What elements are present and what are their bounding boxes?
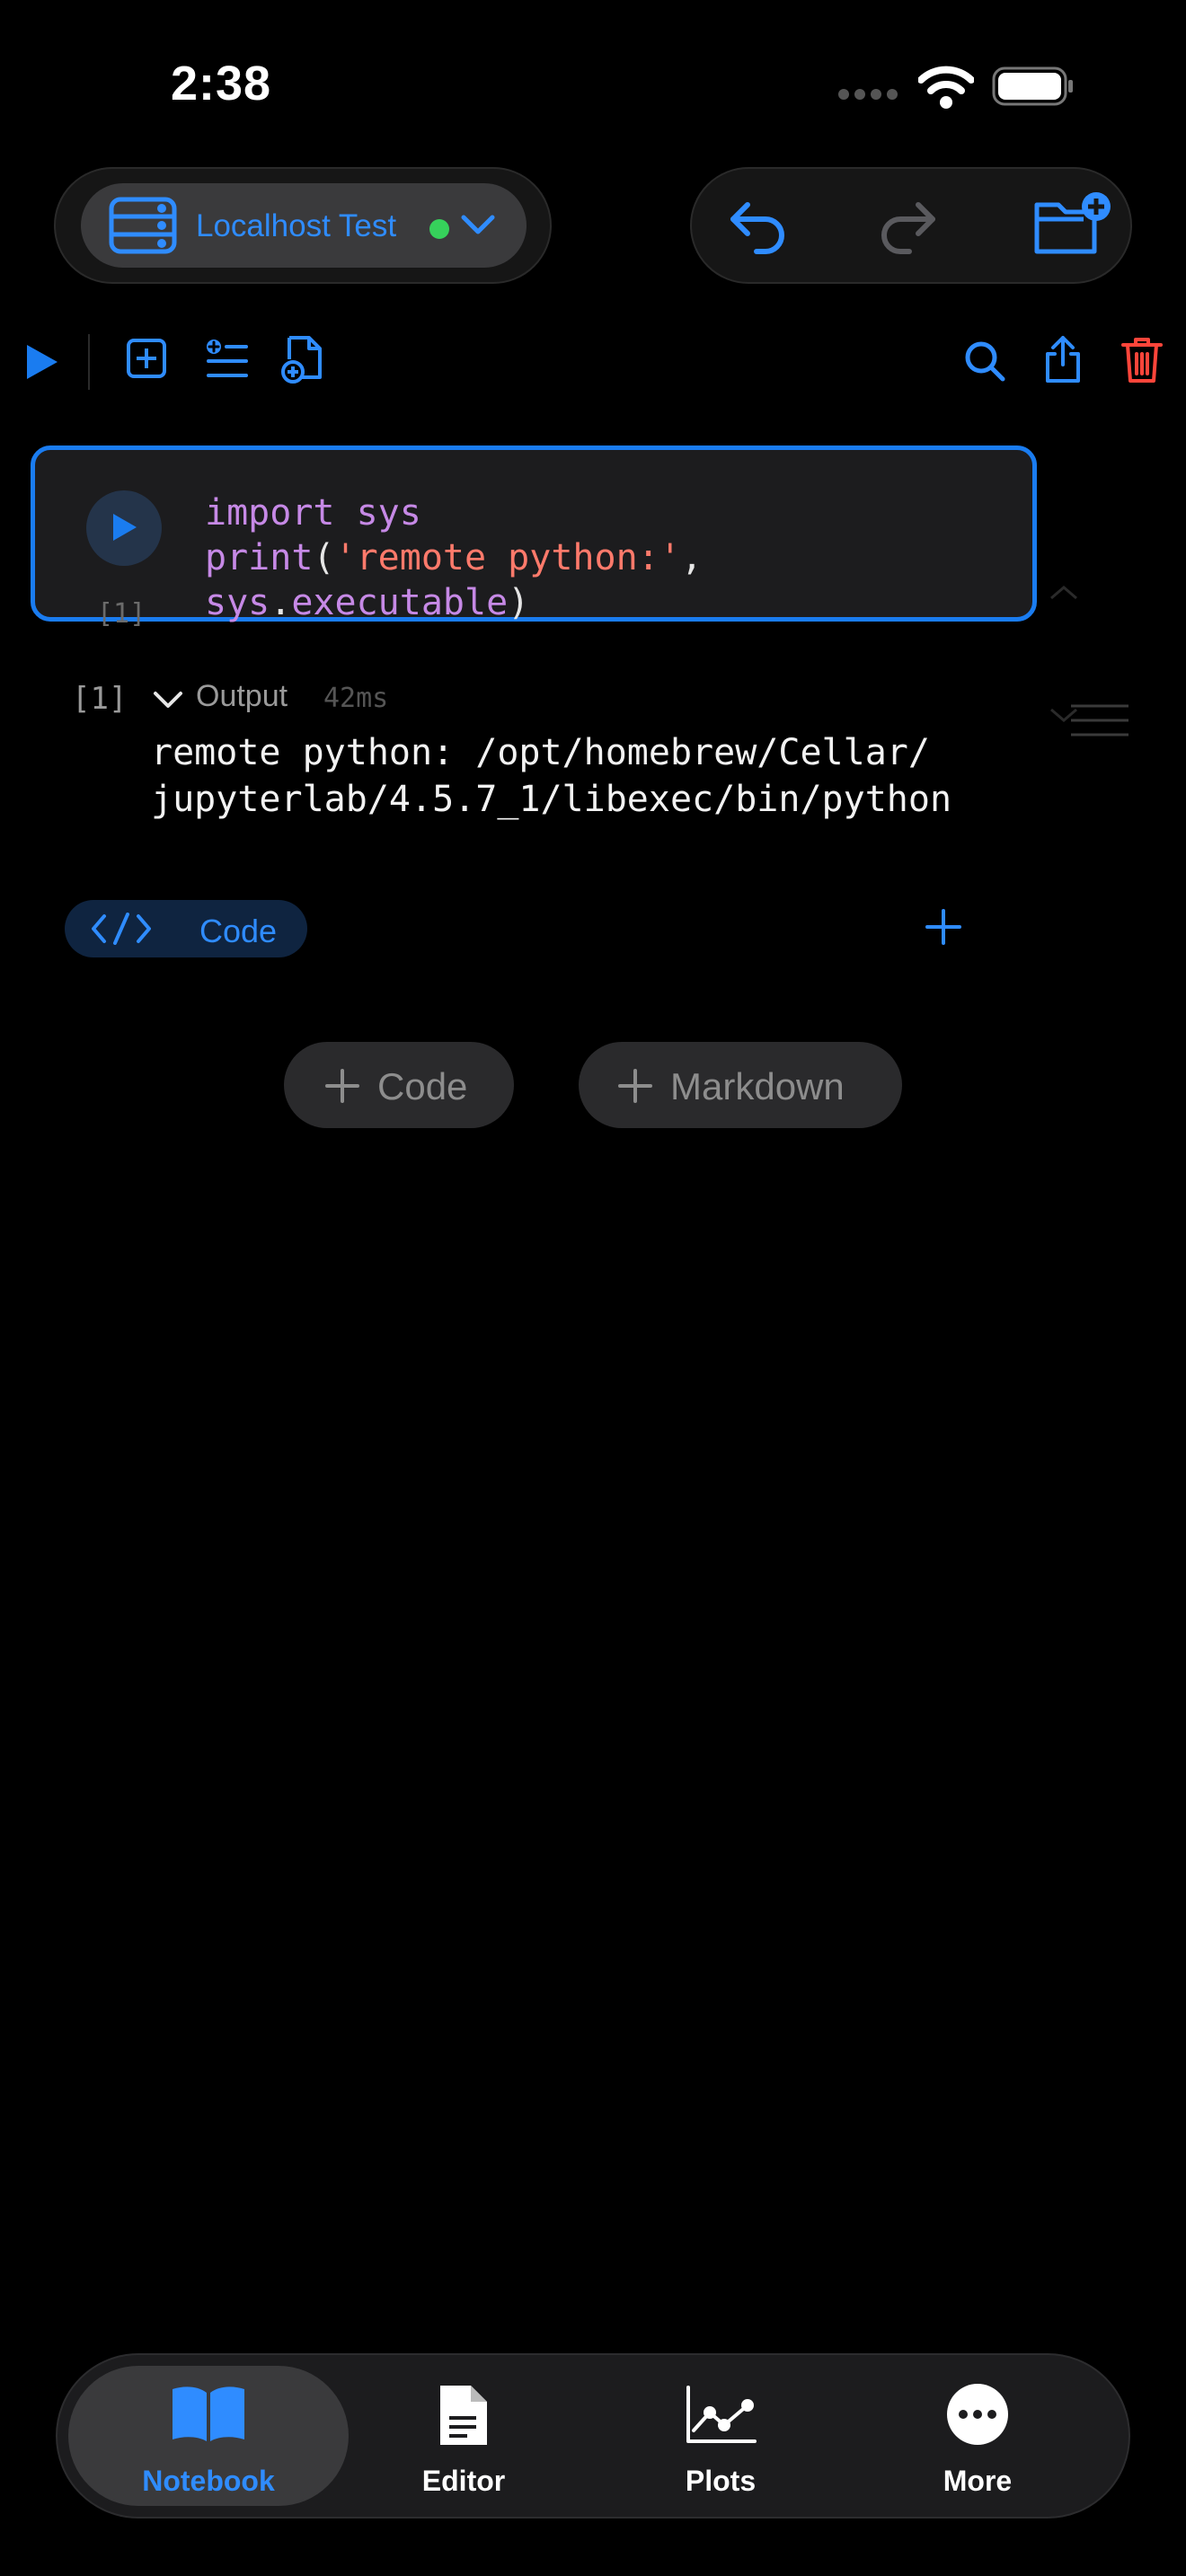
add-code-cell-button[interactable]: Code [284, 1042, 514, 1128]
cellular-signal-icon [837, 88, 900, 101]
document-icon [437, 2382, 491, 2448]
code-token: ) [508, 582, 530, 623]
server-icon [108, 196, 178, 255]
share-icon[interactable] [1042, 334, 1084, 384]
add-cell-plus-icon[interactable] [925, 909, 961, 945]
output-text: remote python: /opt/homebrew/Cellar/ jup… [151, 732, 952, 820]
search-icon[interactable] [963, 340, 1006, 383]
output-label: Output [196, 679, 288, 713]
add-code-label: Code [377, 1065, 468, 1107]
history-actions [690, 167, 1132, 284]
code-token: sys [205, 582, 270, 623]
output-duration: 42ms [323, 683, 389, 714]
run-icon[interactable] [23, 343, 59, 381]
plus-icon [325, 1069, 359, 1103]
chevron-down-icon [460, 210, 496, 237]
cell-type-label: Code [199, 913, 278, 949]
execution-count: [1] [97, 598, 146, 630]
tab-label: More [943, 2465, 1013, 2497]
run-cell-button[interactable] [86, 490, 162, 566]
code-token: executable [291, 582, 509, 623]
kernel-name: Localhost Test [196, 208, 397, 243]
tab-label: Editor [421, 2465, 506, 2497]
new-file-icon[interactable] [280, 334, 327, 384]
chart-icon [685, 2386, 757, 2445]
status-time: 2:38 [171, 57, 272, 110]
drag-handle-icon[interactable] [1069, 702, 1130, 738]
trash-icon[interactable] [1120, 334, 1164, 384]
new-folder-icon[interactable] [1031, 190, 1112, 259]
wifi-icon [918, 65, 974, 110]
redo-icon[interactable] [877, 194, 940, 257]
add-markdown-cell-button[interactable]: Markdown [579, 1042, 902, 1128]
collapse-output-icon[interactable] [153, 690, 183, 710]
undo-icon[interactable] [726, 194, 789, 257]
code-token: , [680, 537, 703, 578]
code-token: . [270, 582, 292, 623]
code-token: sys [334, 492, 421, 534]
move-up-icon[interactable] [1048, 584, 1080, 602]
book-icon [171, 2384, 246, 2443]
add-markdown-label: Markdown [670, 1065, 845, 1107]
code-token: import [205, 492, 335, 534]
tab-label: Plots [685, 2465, 757, 2497]
code-token: 'remote python:' [334, 537, 681, 578]
code-token: ( [313, 537, 335, 578]
kernel-selector[interactable]: Localhost Test [81, 183, 527, 268]
add-cell-icon[interactable] [126, 338, 167, 379]
insert-below-icon[interactable] [205, 338, 250, 381]
toolbar-divider [88, 334, 90, 390]
cell-type-selector[interactable]: Code [65, 900, 307, 957]
plus-icon [618, 1069, 652, 1103]
code-token: print [205, 537, 314, 578]
tab-label: Notebook [142, 2465, 275, 2497]
output-count: [1] [72, 681, 128, 717]
battery-icon [992, 66, 1073, 106]
code-brackets-icon [92, 913, 151, 945]
ellipsis-icon [945, 2382, 1010, 2447]
code-editor[interactable]: import sys print('remote python:', sys.e… [205, 490, 703, 625]
kernel-status-dot [429, 219, 449, 239]
